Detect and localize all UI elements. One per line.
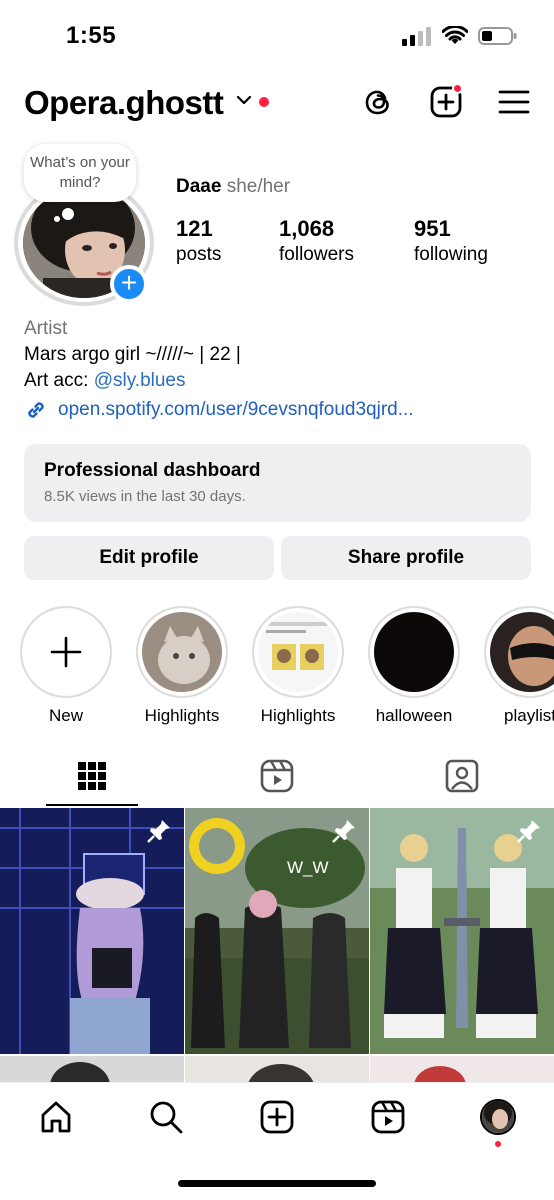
highlight-cover-dark xyxy=(374,612,454,692)
stat-label: followers xyxy=(279,244,354,265)
highlight-circle xyxy=(368,606,460,698)
pin-icon xyxy=(147,820,170,843)
highlight-label: halloween xyxy=(375,706,453,725)
stat-value: 951 xyxy=(414,216,451,241)
profile-category: Artist xyxy=(24,318,68,339)
active-tab-indicator xyxy=(46,804,138,806)
account-username[interactable]: Opera.ghostt xyxy=(24,84,224,122)
plus-icon xyxy=(50,636,82,668)
post-grid: W_W xyxy=(0,808,554,1082)
stat-value: 1,068 xyxy=(279,216,335,241)
dashboard-subtitle: 8.5K views in the last 30 days. xyxy=(44,488,246,505)
search-icon[interactable] xyxy=(148,1099,184,1135)
reels-nav-icon[interactable] xyxy=(370,1099,406,1135)
pin-icon xyxy=(517,820,540,843)
post-tile[interactable] xyxy=(370,1056,554,1082)
bio: Artist Mars argo girl ~/////~ | 22 | Art… xyxy=(24,316,241,394)
post-tile[interactable]: W_W xyxy=(185,808,369,1054)
edit-profile-button[interactable]: Edit profile xyxy=(24,536,274,580)
stat-label: following xyxy=(414,244,488,265)
tagged-icon[interactable] xyxy=(444,758,480,794)
reels-icon[interactable] xyxy=(259,758,295,794)
status-icons xyxy=(402,26,518,46)
bio-line: Mars argo girl ~/////~ | 22 | xyxy=(24,344,241,365)
professional-dashboard[interactable]: Professional dashboard 8.5K views in the… xyxy=(24,444,531,522)
threads-icon[interactable] xyxy=(360,84,396,120)
highlight-label: New xyxy=(48,706,83,725)
highlight-cover-screenshot xyxy=(258,612,338,692)
share-profile-button[interactable]: Share profile xyxy=(281,536,531,580)
highlight-item[interactable]: halloween xyxy=(368,606,460,726)
post-tile[interactable] xyxy=(185,1056,369,1082)
chevron-down-icon[interactable] xyxy=(236,94,252,106)
highlight-label: playlist xyxy=(504,706,554,725)
link-icon xyxy=(28,402,44,418)
display-name: Daae xyxy=(176,176,222,197)
pronouns: she/her xyxy=(226,176,291,197)
profile-header: Opera.ghostt xyxy=(0,78,554,132)
highlight-circle xyxy=(136,606,228,698)
cellular-signal-icon xyxy=(402,27,431,46)
pin-icon xyxy=(332,820,355,843)
thought-bubble[interactable]: What’s on your mind? xyxy=(24,144,136,202)
profile-link-text[interactable]: open.spotify.com/user/9cevsnqfoud3qjrd..… xyxy=(58,399,414,421)
post-tile[interactable] xyxy=(370,808,554,1054)
post-tile[interactable] xyxy=(0,808,184,1054)
highlight-circle xyxy=(252,606,344,698)
post-overlay-text: W_W xyxy=(287,858,329,877)
create-notification-dot xyxy=(452,83,463,94)
profile-nav-avatar[interactable] xyxy=(480,1099,516,1135)
wifi-icon xyxy=(442,26,468,44)
home-indicator xyxy=(178,1180,376,1187)
stat-following[interactable]: 951 following xyxy=(414,216,554,268)
profile-notification-dot xyxy=(495,1141,501,1147)
profile-link[interactable]: open.spotify.com/user/9cevsnqfoud3qjrd..… xyxy=(24,398,414,422)
thought-bubble-tail-small xyxy=(54,216,60,222)
status-bar: 1:55 xyxy=(0,0,554,70)
display-name-row: Daae she/her xyxy=(176,176,290,198)
highlight-circle xyxy=(484,606,554,698)
stat-followers[interactable]: 1,068 followers xyxy=(279,216,429,268)
highlight-cover-cat xyxy=(142,612,222,692)
highlight-item[interactable]: Highlights xyxy=(252,606,344,726)
bio-mention-link[interactable]: @sly.blues xyxy=(94,370,186,391)
highlight-new[interactable]: New xyxy=(20,606,112,726)
highlight-item[interactable]: Highlights xyxy=(136,606,228,726)
status-time: 1:55 xyxy=(66,22,117,49)
post-tile[interactable] xyxy=(0,1056,184,1082)
bio-line: Art acc: @sly.blues xyxy=(24,368,241,394)
grid-icon[interactable] xyxy=(74,758,110,794)
dashboard-title: Professional dashboard xyxy=(44,460,261,481)
home-icon[interactable] xyxy=(38,1099,74,1135)
thought-bubble-tail xyxy=(62,208,74,220)
add-story-button[interactable]: + xyxy=(110,265,148,303)
highlight-item[interactable]: playlist xyxy=(484,606,554,726)
highlight-cover-mask xyxy=(490,612,554,692)
profile-tabs xyxy=(0,748,554,808)
create-icon[interactable] xyxy=(259,1099,295,1135)
highlight-label: Highlights xyxy=(144,706,220,725)
menu-icon[interactable] xyxy=(496,84,532,120)
highlight-label: Highlights xyxy=(260,706,336,725)
account-notification-dot xyxy=(259,97,269,107)
highlight-circle xyxy=(20,606,112,698)
bio-prefix: Art acc: xyxy=(24,370,94,391)
battery-icon xyxy=(478,27,517,45)
